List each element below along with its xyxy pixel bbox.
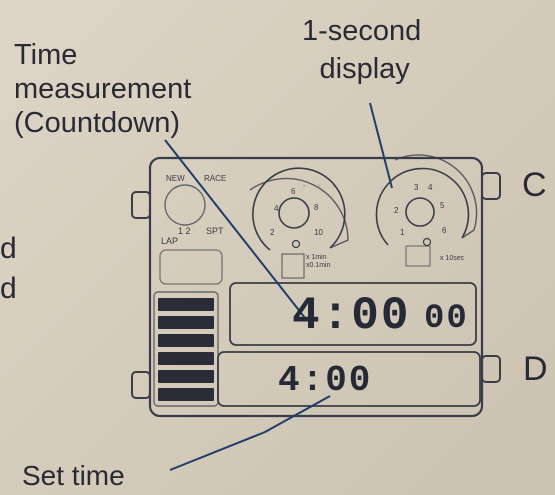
second-dial xyxy=(375,154,478,267)
dial1-digit: 6 xyxy=(291,187,296,196)
lap-numbers: 1 2 xyxy=(178,226,191,236)
main-time-display: 4:00 xyxy=(292,290,411,342)
dial1-digit: 8 xyxy=(314,203,319,212)
dial2-digit: 2 xyxy=(394,206,399,215)
mode-indicator xyxy=(164,184,206,226)
split-label: SPT xyxy=(206,226,224,236)
mode-label-race: RACE xyxy=(204,174,227,183)
left-upper-button xyxy=(131,191,151,219)
dial1-digit: 4 xyxy=(274,204,279,213)
right-upper-button xyxy=(481,172,501,200)
main-seconds-display: 00 xyxy=(424,300,469,338)
dial1-caption: x0.1min xyxy=(306,262,331,269)
right-lower-button xyxy=(481,355,501,383)
dial2-digit: 3 xyxy=(414,183,419,192)
dial2-digit: 1 xyxy=(400,228,405,237)
dial2-caption: x 10sec xyxy=(440,255,465,262)
left-lower-button xyxy=(131,371,151,399)
dial2-digit: 5 xyxy=(440,201,445,210)
set-time-display: 4:00 xyxy=(278,360,373,401)
minute-dial xyxy=(249,167,349,279)
dial2-digit: 4 xyxy=(428,183,433,192)
dial1-digit: 2 xyxy=(270,228,275,237)
dial2-digit: 6 xyxy=(442,226,447,235)
mode-label-new: NEW xyxy=(166,174,185,183)
pointer-1-second xyxy=(369,102,393,189)
dial1-caption: x 1min xyxy=(306,254,327,261)
dial1-digit: 10 xyxy=(314,228,323,237)
lap-label: LAP xyxy=(161,236,179,246)
watch-diagram xyxy=(131,102,501,471)
bar-graph xyxy=(158,298,214,401)
blank-segment xyxy=(159,249,223,285)
pointer-set-time xyxy=(169,395,331,471)
